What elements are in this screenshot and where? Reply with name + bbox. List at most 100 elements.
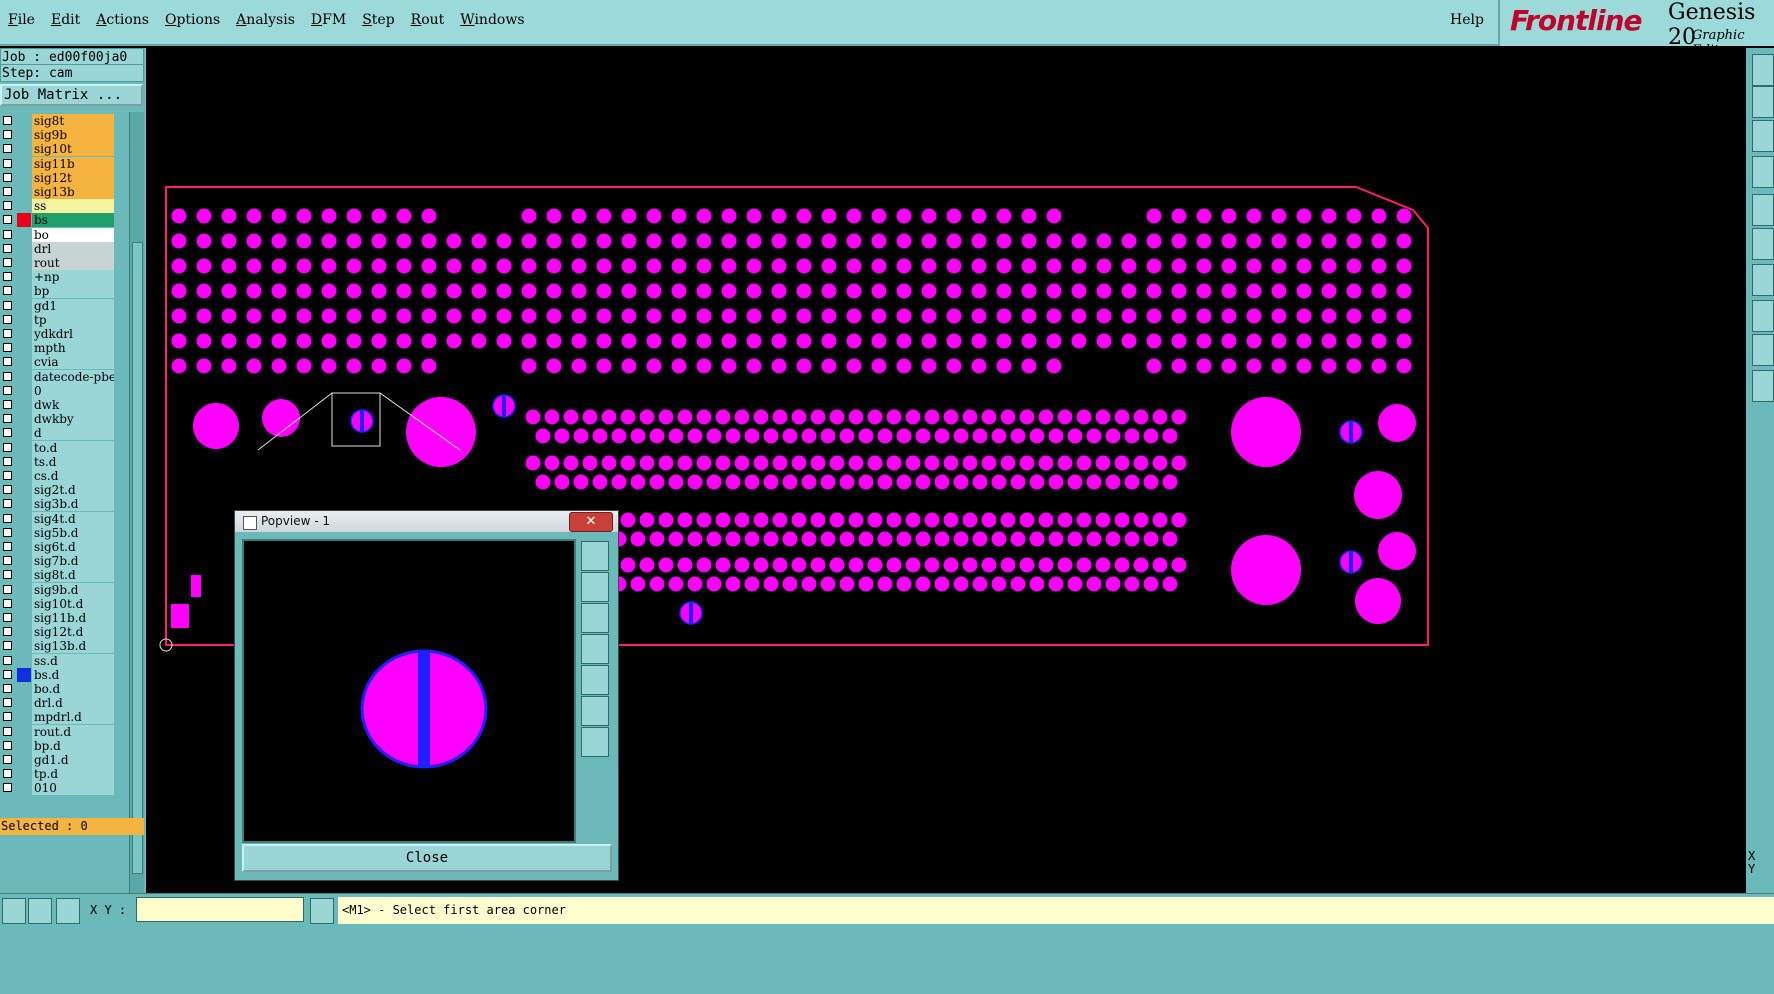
menu-actions[interactable]: Actions <box>96 12 149 28</box>
layer-name[interactable]: tp.d <box>32 767 114 782</box>
tool-button-1[interactable] <box>1752 54 1774 86</box>
layer-list-scrollbar[interactable] <box>129 112 144 902</box>
grid-icon[interactable] <box>56 898 80 924</box>
layer-name[interactable]: ts.d <box>32 454 114 469</box>
layer-row[interactable]: drl.d <box>0 696 117 711</box>
close-icon[interactable]: ✕ <box>569 512 613 532</box>
layer-checkbox[interactable] <box>3 712 12 722</box>
layer-row[interactable]: sig13b.d <box>0 639 117 654</box>
layer-checkbox[interactable] <box>3 542 12 551</box>
layer-row[interactable]: cs.d <box>0 469 117 483</box>
layer-name[interactable]: 0 <box>32 383 114 398</box>
layer-name[interactable]: mpdrl.d <box>32 710 114 725</box>
popview-titlebar[interactable]: Popview - 1 ✕ <box>235 511 618 532</box>
layer-checkbox[interactable] <box>3 556 12 566</box>
layer-name[interactable]: gd1 <box>32 298 114 313</box>
pan-up-icon[interactable] <box>581 572 609 602</box>
layer-row[interactable]: dwk <box>0 398 117 412</box>
layer-row[interactable]: ss <box>0 199 117 214</box>
layer-name[interactable]: ss <box>32 199 114 214</box>
layer-name[interactable]: bs <box>32 213 114 228</box>
layer-row[interactable]: d <box>0 426 117 441</box>
layer-checkbox[interactable] <box>3 669 12 679</box>
layer-row[interactable]: sig10t <box>0 142 117 157</box>
layer-checkbox[interactable] <box>3 414 12 424</box>
layer-checkbox[interactable] <box>3 272 12 282</box>
layer-name[interactable]: sig7b.d <box>32 554 114 569</box>
menu-analysis[interactable]: Analysis <box>236 12 295 28</box>
layer-row[interactable]: mpth <box>0 341 117 356</box>
layer-checkbox[interactable] <box>3 258 12 267</box>
layer-checkbox[interactable] <box>3 201 12 211</box>
layer-row[interactable]: ts.d <box>0 454 117 469</box>
layer-name[interactable]: cs.d <box>32 469 114 483</box>
layer-row[interactable]: to.d <box>0 440 117 455</box>
layer-checkbox[interactable] <box>3 286 12 296</box>
layer-name[interactable]: gd1.d <box>32 753 114 767</box>
layer-name[interactable]: sig12t.d <box>32 625 114 640</box>
layer-row[interactable]: sig10t.d <box>0 596 117 611</box>
layer-name[interactable]: dwkby <box>32 412 114 427</box>
layer-name[interactable]: drl <box>32 241 114 256</box>
layer-checkbox[interactable] <box>3 371 12 381</box>
layer-checkbox[interactable] <box>3 172 12 182</box>
layer-checkbox[interactable] <box>3 769 12 779</box>
popview-close-button[interactable]: Close <box>242 844 612 872</box>
layer-name[interactable]: sig12t <box>32 170 114 185</box>
layer-row[interactable]: sig7b.d <box>0 554 117 569</box>
help-menu[interactable]: Help <box>1450 12 1484 28</box>
layer-checkbox[interactable] <box>3 783 12 793</box>
layer-checkbox[interactable] <box>3 343 12 353</box>
layer-row[interactable]: sig12t <box>0 170 117 185</box>
layer-checkbox[interactable] <box>3 471 12 480</box>
popview-window[interactable]: Popview - 1 ✕ Close <box>234 510 619 881</box>
pan-down-icon[interactable] <box>581 603 609 633</box>
layer-row[interactable]: bs.d <box>0 667 117 682</box>
snap-icon[interactable] <box>2 898 26 924</box>
menu-options[interactable]: Options <box>165 12 220 28</box>
zoom-home-icon[interactable] <box>581 541 609 571</box>
layer-row[interactable]: +np <box>0 270 117 285</box>
layer-row[interactable]: ydkdrl <box>0 327 117 341</box>
popview-zoom-view[interactable] <box>242 539 576 843</box>
layer-checkbox[interactable] <box>3 385 12 395</box>
layer-checkbox[interactable] <box>3 158 12 168</box>
layer-checkbox[interactable] <box>3 130 12 140</box>
pan-left-icon[interactable] <box>581 634 609 664</box>
measure-icon[interactable] <box>28 898 52 924</box>
layer-name[interactable]: drl.d <box>32 696 114 711</box>
layer-name[interactable]: sig11b <box>32 156 114 171</box>
layer-name[interactable]: to.d <box>32 440 114 455</box>
layer-row[interactable]: tp.d <box>0 767 117 782</box>
layer-row[interactable]: sig3b.d <box>0 497 117 512</box>
layer-row[interactable]: rout.d <box>0 724 117 739</box>
layer-checkbox[interactable] <box>3 442 12 452</box>
layer-row[interactable]: sig13b <box>0 185 117 199</box>
layer-checkbox[interactable] <box>3 499 12 509</box>
tool-button-6[interactable] <box>1752 228 1774 260</box>
layer-row[interactable]: bs <box>0 213 117 228</box>
layer-checkbox[interactable] <box>3 627 12 637</box>
layer-checkbox[interactable] <box>3 513 12 523</box>
layer-row[interactable]: 0 <box>0 383 117 398</box>
layer-name[interactable]: sig3b.d <box>32 497 114 512</box>
layer-checkbox[interactable] <box>3 428 12 438</box>
layer-checkbox[interactable] <box>3 300 12 310</box>
layer-checkbox[interactable] <box>3 584 12 594</box>
layer-checkbox[interactable] <box>3 144 12 154</box>
layer-name[interactable]: dwk <box>32 398 114 412</box>
layer-checkbox[interactable] <box>3 400 12 409</box>
layer-checkbox[interactable] <box>3 527 12 537</box>
layer-checkbox[interactable] <box>3 613 12 622</box>
layer-name[interactable]: sig4t.d <box>32 511 114 526</box>
layer-row[interactable]: sig11b.d <box>0 611 117 625</box>
layer-name[interactable]: bp.d <box>32 738 114 753</box>
tool-button-8[interactable] <box>1752 300 1774 332</box>
xy-input[interactable] <box>136 897 304 922</box>
pan-right-icon[interactable] <box>581 665 609 695</box>
menu-dfm[interactable]: DFM <box>311 12 346 28</box>
layer-checkbox[interactable] <box>3 598 12 608</box>
layer-row[interactable]: gd1.d <box>0 753 117 767</box>
menu-step[interactable]: Step <box>362 12 394 28</box>
tool-button-4[interactable] <box>1752 156 1774 188</box>
